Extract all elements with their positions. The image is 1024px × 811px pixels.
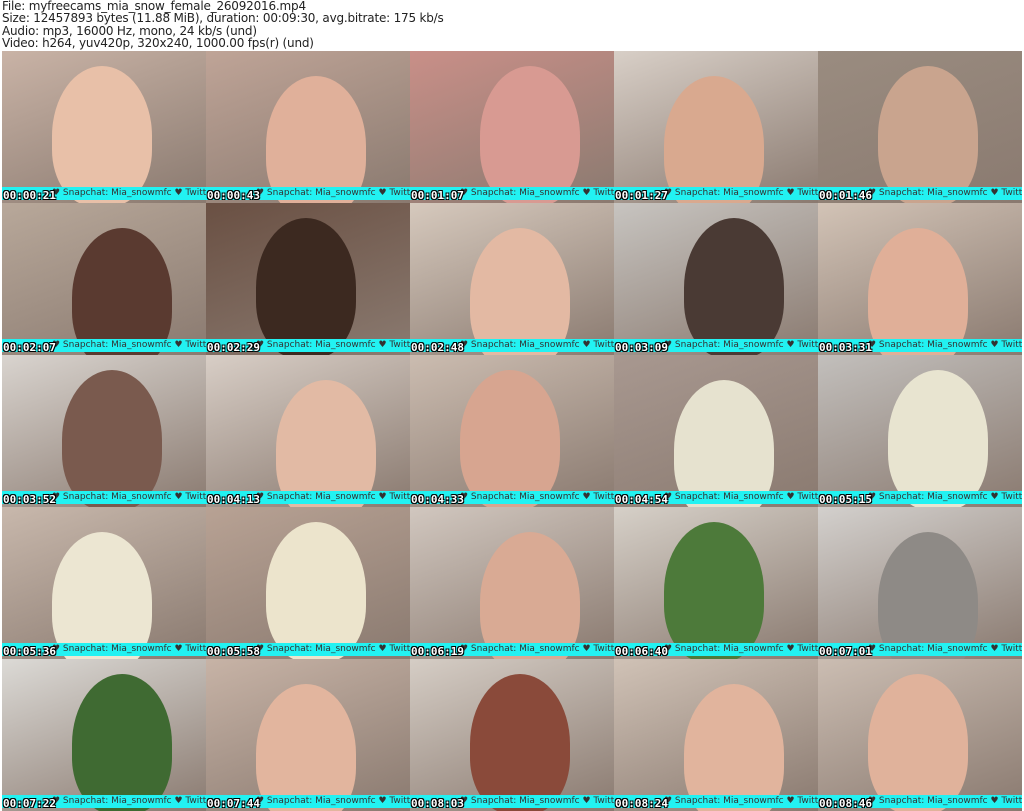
timestamp: 00:05:58 xyxy=(207,645,260,658)
video-thumbnail[interactable]: ♥ Snapchat: Mia_snowmfc ♥ Twitter: Mia_s… xyxy=(614,659,818,811)
video-thumbnail[interactable]: ♥ Snapchat: Mia_snowmfc ♥ Twitter: Mia_s… xyxy=(2,355,206,507)
thumbnail-subject xyxy=(266,522,366,659)
timestamp: 00:01:27 xyxy=(615,189,668,202)
video-thumbnail[interactable]: ♥ Snapchat: Mia_snowmfc ♥ Twitter: Mia_s… xyxy=(818,51,1022,203)
thumbnail-subject xyxy=(664,522,764,659)
video-thumbnail[interactable]: ♥ Snapchat: Mia_snowmfc ♥ Twitter: Mia_s… xyxy=(2,659,206,811)
file-size: Size: 12457893 bytes (11.88 MiB), durati… xyxy=(2,11,444,26)
thumbnail-subject xyxy=(888,370,988,507)
video-thumbnail[interactable]: ♥ Snapchat: Mia_snowmfc ♥ Twitter: Mia_s… xyxy=(410,659,614,811)
video-thumbnail[interactable]: ♥ Snapchat: Mia_snowmfc ♥ Twitter: Mia_s… xyxy=(818,355,1022,507)
thumbnail-subject xyxy=(664,76,764,203)
video-thumbnail[interactable]: ♥ Snapchat: Mia_snowmfc ♥ Twitter: Mia_s… xyxy=(614,355,818,507)
thumbnail-grid: ♥ Snapchat: Mia_snowmfc ♥ Twitter: Mia_s… xyxy=(2,51,1022,811)
timestamp: 00:08:46 xyxy=(819,797,872,810)
video-thumbnail[interactable]: ♥ Snapchat: Mia_snowmfc ♥ Twitter: Mia_s… xyxy=(614,203,818,355)
video-thumbnail[interactable]: ♥ Snapchat: Mia_snowmfc ♥ Twitter: Mia_s… xyxy=(206,355,410,507)
thumbnail-subject xyxy=(72,674,172,811)
timestamp: 00:05:36 xyxy=(3,645,56,658)
timestamp: 00:03:52 xyxy=(3,493,56,506)
timestamp: 00:07:01 xyxy=(819,645,872,658)
thumbnail-subject xyxy=(480,532,580,659)
video-thumbnail[interactable]: ♥ Snapchat: Mia_snowmfc ♥ Twitter: Mia_s… xyxy=(2,203,206,355)
video-thumbnail[interactable]: ♥ Snapchat: Mia_snowmfc ♥ Twitter: Mia_s… xyxy=(410,355,614,507)
thumbnail-subject xyxy=(52,532,152,659)
thumbnail-subject xyxy=(470,228,570,355)
timestamp: 00:05:15 xyxy=(819,493,872,506)
video-thumbnail[interactable]: ♥ Snapchat: Mia_snowmfc ♥ Twitter: Mia_s… xyxy=(206,203,410,355)
timestamp: 00:06:40 xyxy=(615,645,668,658)
timestamp: 00:08:24 xyxy=(615,797,668,810)
video-thumbnail[interactable]: ♥ Snapchat: Mia_snowmfc ♥ Twitter: Mia_s… xyxy=(2,507,206,659)
timestamp: 00:02:48 xyxy=(411,341,464,354)
timestamp: 00:08:03 xyxy=(411,797,464,810)
timestamp: 00:06:19 xyxy=(411,645,464,658)
thumbnail-subject xyxy=(460,370,560,507)
timestamp: 00:04:33 xyxy=(411,493,464,506)
timestamp: 00:02:07 xyxy=(3,341,56,354)
timestamp: 00:03:31 xyxy=(819,341,872,354)
thumbnail-subject xyxy=(52,66,152,203)
video-thumbnail[interactable]: ♥ Snapchat: Mia_snowmfc ♥ Twitter: Mia_s… xyxy=(818,507,1022,659)
thumbnail-subject xyxy=(684,684,784,811)
timestamp: 00:00:43 xyxy=(207,189,260,202)
thumbnail-subject xyxy=(266,76,366,203)
thumbnail-subject xyxy=(256,218,356,355)
timestamp: 00:01:46 xyxy=(819,189,872,202)
timestamp: 00:04:54 xyxy=(615,493,668,506)
timestamp: 00:03:09 xyxy=(615,341,668,354)
video-thumbnail[interactable]: ♥ Snapchat: Mia_snowmfc ♥ Twitter: Mia_s… xyxy=(206,51,410,203)
thumbnail-subject xyxy=(72,228,172,355)
timestamp: 00:00:21 xyxy=(3,189,56,202)
timestamp: 00:07:22 xyxy=(3,797,56,810)
thumbnail-subject xyxy=(868,674,968,811)
video-thumbnail[interactable]: ♥ Snapchat: Mia_snowmfc ♥ Twitter: Mia_s… xyxy=(206,507,410,659)
video-thumbnail[interactable]: ♥ Snapchat: Mia_snowmfc ♥ Twitter: Mia_s… xyxy=(818,659,1022,811)
video-thumbnail[interactable]: ♥ Snapchat: Mia_snowmfc ♥ Twitter: Mia_s… xyxy=(2,51,206,203)
video-thumbnail[interactable]: ♥ Snapchat: Mia_snowmfc ♥ Twitter: Mia_s… xyxy=(818,203,1022,355)
thumbnail-subject xyxy=(276,380,376,507)
video-thumbnail[interactable]: ♥ Snapchat: Mia_snowmfc ♥ Twitter: Mia_s… xyxy=(410,203,614,355)
thumbnail-subject xyxy=(878,66,978,203)
timestamp: 00:04:13 xyxy=(207,493,260,506)
thumbnail-subject xyxy=(62,370,162,507)
video-thumbnail[interactable]: ♥ Snapchat: Mia_snowmfc ♥ Twitter: Mia_s… xyxy=(410,507,614,659)
video-thumbnail[interactable]: ♥ Snapchat: Mia_snowmfc ♥ Twitter: Mia_s… xyxy=(614,507,818,659)
video-thumbnail[interactable]: ♥ Snapchat: Mia_snowmfc ♥ Twitter: Mia_s… xyxy=(206,659,410,811)
timestamp: 00:01:07 xyxy=(411,189,464,202)
video-info: Video: h264, yuv420p, 320x240, 1000.00 f… xyxy=(2,35,314,50)
thumbnail-subject xyxy=(470,674,570,811)
thumbnail-subject xyxy=(878,532,978,659)
video-thumbnail[interactable]: ♥ Snapchat: Mia_snowmfc ♥ Twitter: Mia_s… xyxy=(410,51,614,203)
file-info: File: myfreecams_mia_snow_female_2609201… xyxy=(2,0,444,49)
thumbnail-subject xyxy=(684,218,784,355)
thumbnail-subject xyxy=(868,228,968,355)
timestamp: 00:07:44 xyxy=(207,797,260,810)
timestamp: 00:02:29 xyxy=(207,341,260,354)
thumbnail-subject xyxy=(256,684,356,811)
thumbnail-subject xyxy=(674,380,774,507)
video-thumbnail[interactable]: ♥ Snapchat: Mia_snowmfc ♥ Twitter: Mia_s… xyxy=(614,51,818,203)
thumbnail-subject xyxy=(480,66,580,203)
